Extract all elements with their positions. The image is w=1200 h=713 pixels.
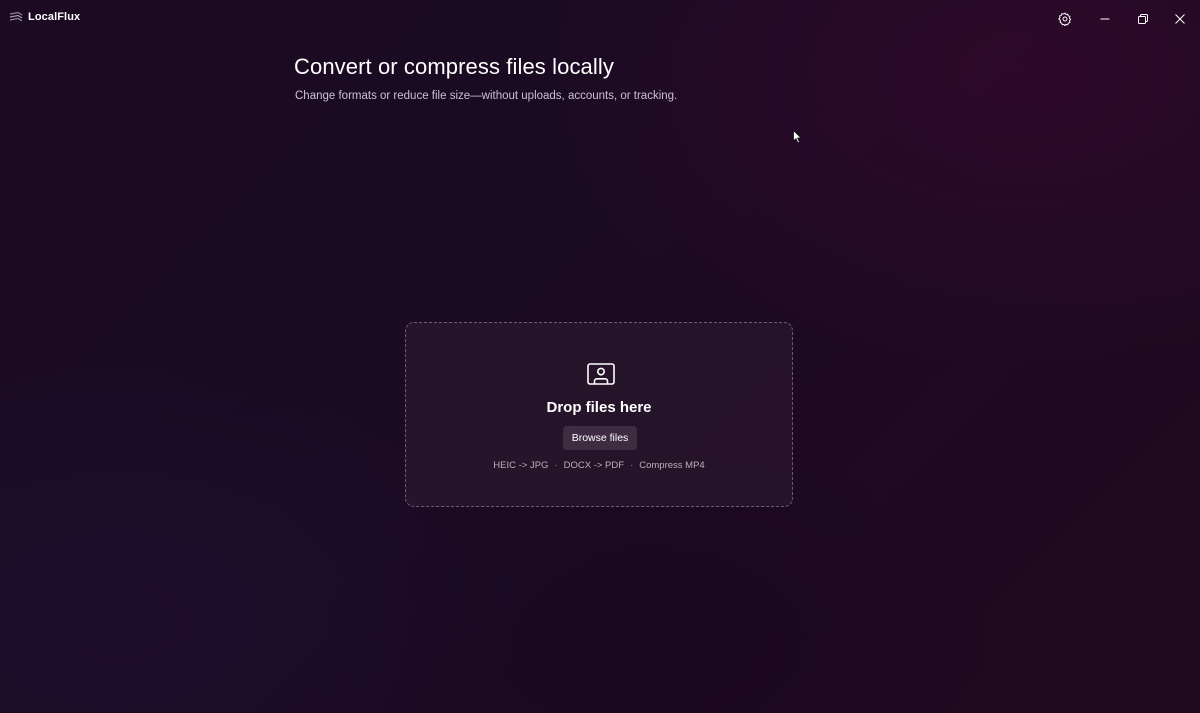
close-button[interactable] (1165, 6, 1195, 32)
app-title: LocalFlux (28, 11, 81, 23)
close-icon (1175, 14, 1185, 24)
conversion-hints: HEIC -> JPG · DOCX -> PDF · Compress MP4 (406, 460, 792, 471)
app-brand: LocalFlux (9, 11, 80, 23)
minimize-button[interactable] (1090, 6, 1120, 32)
gear-icon (1058, 12, 1072, 26)
hint-separator: · (630, 460, 634, 471)
hint-docx-to-pdf: DOCX -> PDF (563, 460, 625, 471)
localflux-logo-icon (9, 11, 23, 22)
file-upload-icon (587, 363, 615, 385)
drop-zone[interactable]: Drop files here Browse files HEIC -> JPG… (405, 322, 793, 507)
drop-title: Drop files here (546, 399, 652, 416)
hint-compress-mp4: Compress MP4 (639, 460, 705, 471)
restore-button[interactable] (1128, 6, 1158, 32)
minimize-icon (1100, 18, 1110, 20)
page-title: Convert or compress files locally (294, 54, 614, 79)
settings-button[interactable] (1050, 6, 1080, 32)
browse-files-button[interactable]: Browse files (563, 426, 637, 450)
page-subtitle: Change formats or reduce file size—witho… (295, 90, 678, 102)
hint-heic-to-jpg: HEIC -> JPG (493, 460, 549, 471)
restore-icon (1138, 14, 1148, 24)
mouse-cursor-icon (793, 130, 802, 144)
title-bar: LocalFlux (0, 0, 1200, 38)
hint-separator: · (554, 460, 558, 471)
